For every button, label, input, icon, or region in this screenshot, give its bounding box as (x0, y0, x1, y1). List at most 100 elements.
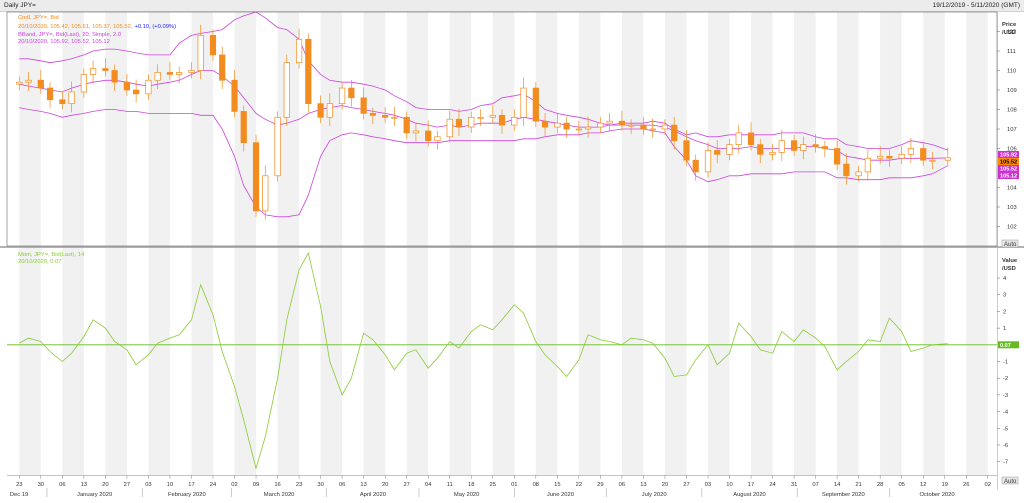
x-day-label: 30 (38, 482, 44, 488)
candle (606, 113, 613, 132)
x-day-label: 23 (16, 482, 22, 488)
price-tick-label: 109 (1007, 88, 1017, 94)
candle (532, 82, 539, 128)
price-tags: 105.92105.52105.52105.120.07 (998, 151, 1019, 349)
candle (219, 46, 226, 90)
x-day-label: 06 (619, 482, 625, 488)
momentum-tick-label: 4 (1003, 276, 1007, 282)
price-axis-title: Price (1002, 22, 1017, 28)
x-day-label: 08 (533, 482, 539, 488)
x-month-label: July 2020 (642, 492, 667, 498)
momentum-auto-button[interactable]: Auto (1001, 476, 1019, 485)
chart-canvas[interactable]: Cndl, JPY=, Bid 20/10/2020, 105.42, 105.… (0, 0, 1024, 503)
momentum-tick-label: -3 (1003, 393, 1008, 399)
legend-change: +0.10, (+0.09%) (134, 24, 176, 30)
candle (778, 130, 785, 162)
momentum-axis-unit: /USD (1002, 266, 1016, 272)
x-day-label: 29 (597, 482, 603, 488)
x-day-label: 24 (769, 482, 776, 488)
x-day-label: 22 (576, 482, 582, 488)
x-day-label: 27 (683, 482, 689, 488)
x-day-label: 28 (877, 482, 883, 488)
price-tag-label: 105.52 (1000, 167, 1017, 173)
week-band (837, 12, 859, 475)
price-tick-label: 111 (1007, 49, 1016, 55)
x-day-label: 10 (726, 482, 732, 488)
candle (252, 134, 260, 217)
x-day-label: 18 (468, 482, 474, 488)
week-band (406, 12, 429, 475)
price-tick-label: 107 (1007, 127, 1017, 133)
candle (735, 124, 742, 154)
x-day-label: 02 (231, 482, 237, 488)
candle (46, 82, 54, 109)
x-day-label: 25 (490, 482, 496, 488)
x-day-label: 30 (317, 482, 323, 488)
candle (305, 33, 312, 113)
momentum-tick-label: -6 (1003, 443, 1008, 449)
week-band (449, 12, 472, 475)
candle (520, 77, 527, 127)
momentum-tick-label: 1 (1003, 326, 1006, 332)
candle (283, 54, 290, 127)
price-tick-label: 103 (1007, 205, 1017, 211)
price-tick-label: 112 (1007, 30, 1016, 36)
x-day-label: 27 (124, 482, 130, 488)
x-day-label: 14 (834, 482, 841, 488)
x-day-label: 13 (360, 482, 366, 488)
momentum-y-ticks: 4 3 2 1 -1 -2 -3 -4 -5 -6 -7 (997, 276, 1009, 466)
momentum-tick-label: -5 (1003, 426, 1008, 432)
x-day-label: 10 (167, 482, 173, 488)
x-day-label: 04 (425, 482, 432, 488)
x-day-label: 07 (812, 482, 818, 488)
momentum-tick-label: 3 (1003, 293, 1006, 299)
x-month-label: February 2020 (168, 492, 206, 498)
x-day-label: 17 (188, 482, 194, 488)
candle (133, 79, 140, 103)
price-tag-label: 105.12 (1000, 174, 1017, 180)
week-band (966, 12, 988, 475)
x-month-label: January 2020 (77, 492, 112, 498)
x-month-label: September 2020 (822, 492, 865, 498)
x-day-label: 05 (898, 482, 904, 488)
x-month-label: June 2020 (547, 492, 574, 498)
week-band (923, 12, 945, 475)
x-axis: 23 30 06 13 20 27 03 10 17 24 02 09 16 23 30 06 13 20 27 04… (10, 475, 991, 498)
x-day-label: 26 (963, 482, 969, 488)
x-day-label: 23 (296, 482, 302, 488)
momentum-tick-label: -2 (1003, 376, 1008, 382)
price-auto-button[interactable]: Auto (1001, 239, 1019, 248)
week-band (535, 12, 558, 475)
x-day-label: 01 (511, 482, 517, 488)
price-tick-label: 108 (1007, 108, 1017, 114)
week-band (794, 12, 816, 475)
x-day-label: 13 (81, 482, 87, 488)
week-bands (19, 12, 988, 475)
week-band (62, 12, 84, 475)
x-day-label: 06 (339, 482, 345, 488)
week-band (578, 12, 601, 475)
x-day-label: 20 (662, 482, 668, 488)
legend-series: Cndl, JPY=, Bid (18, 15, 59, 21)
legend-momentum-value: 20/10/2020, 0.07 (18, 259, 62, 265)
x-day-label: 12 (920, 482, 926, 488)
candle (434, 130, 441, 150)
x-month-label: October 2020 (919, 492, 954, 498)
svg-text:Auto: Auto (1004, 242, 1017, 248)
week-band (492, 12, 515, 475)
candle (89, 60, 97, 84)
momentum-tick-label: -4 (1003, 410, 1009, 416)
week-band (621, 12, 644, 475)
x-day-label: 02 (985, 482, 991, 488)
candle (262, 165, 269, 220)
x-month-label: Dec 19 (10, 492, 28, 498)
x-month-label: May 2020 (454, 492, 479, 498)
x-day-label: 27 (403, 482, 409, 488)
x-day-label: 20 (382, 482, 388, 488)
momentum-tick-label: -7 (1003, 460, 1008, 466)
price-tick-label: 110 (1007, 69, 1016, 75)
week-band (664, 12, 687, 475)
price-tag-label: 105.52 (1000, 160, 1017, 166)
x-day-label: 15 (554, 482, 560, 488)
price-tick-label: 102 (1007, 225, 1017, 231)
